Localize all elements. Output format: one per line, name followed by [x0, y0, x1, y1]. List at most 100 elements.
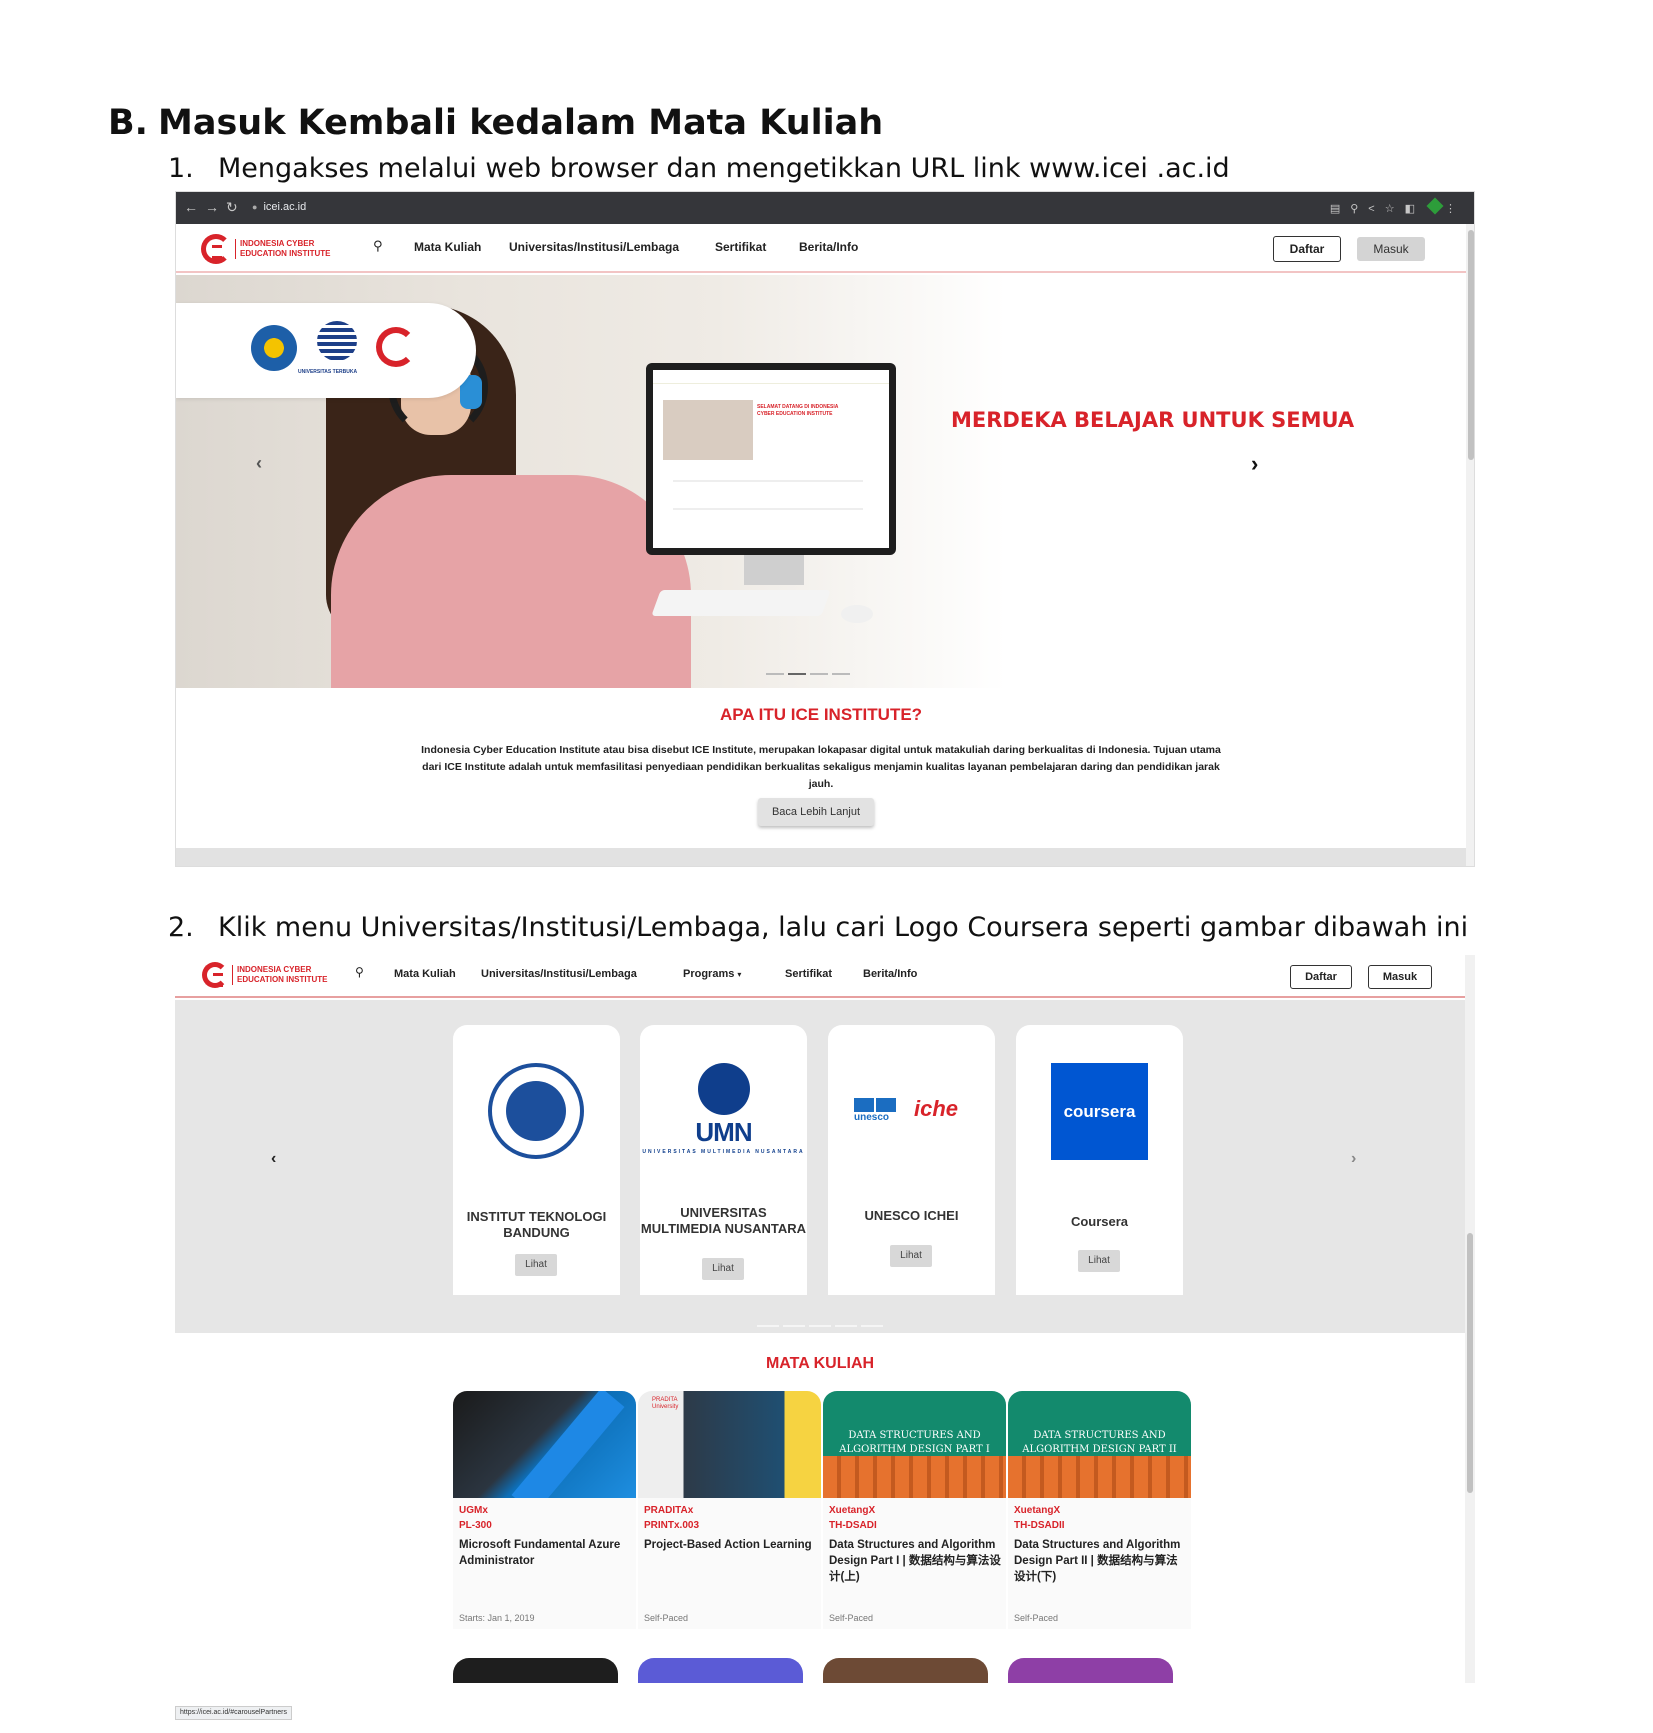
nav-berita[interactable]: Berita/Info [863, 968, 917, 980]
lihat-button[interactable]: Lihat [515, 1254, 557, 1276]
scrollbar[interactable] [1465, 955, 1475, 1683]
carousel-dot[interactable] [809, 1325, 831, 1327]
coursera-logo: coursera [1051, 1063, 1148, 1160]
translate-icon[interactable]: ▤ [1330, 203, 1350, 215]
lihat-button[interactable]: Lihat [1078, 1250, 1120, 1272]
course-org: XuetangX [1014, 1505, 1061, 1516]
section-heading: B. Masuk Kembali kedalam Mata Kuliah [108, 103, 883, 143]
chevron-left-icon[interactable]: ‹ [271, 1150, 276, 1168]
screenshot-partners: INDONESIA CYBER EDUCATION INSTITUTE ⚲ Ma… [175, 955, 1475, 1683]
scrollbar-thumb[interactable] [1467, 1233, 1473, 1493]
search-icon[interactable]: ⚲ [373, 238, 383, 254]
course-org: XuetangX [829, 1505, 876, 1516]
universitas-terbuka-caption: UNIVERSITAS TERBUKA [298, 369, 358, 375]
masuk-button[interactable]: Masuk [1357, 237, 1425, 261]
course-card[interactable]: DATA STRUCTURES AND ALGORITHM DESIGN PAR… [823, 1391, 1006, 1629]
about-title: APA ITU ICE INSTITUTE? [719, 705, 923, 724]
carousel-dot[interactable] [835, 1325, 857, 1327]
partner-card-unesco[interactable]: unesco iche UNESCO ICHEI Lihat [828, 1025, 995, 1295]
partner-card-umn[interactable]: UMN UNIVERSITAS MULTIMEDIA NUSANTARA UNI… [640, 1025, 807, 1295]
nav-mata-kuliah[interactable]: Mata Kuliah [414, 240, 481, 254]
nav-sertifikat[interactable]: Sertifikat [785, 968, 832, 980]
zoom-icon[interactable]: ⚲ [1350, 203, 1368, 215]
nav-programs[interactable]: Programs ▾ [683, 968, 741, 980]
course-title[interactable]: Data Structures and Algorithm Design Par… [1014, 1537, 1186, 1585]
scrollbar[interactable] [1466, 224, 1474, 866]
course-meta: Self-Paced [644, 1613, 689, 1623]
course-card-partial[interactable] [1008, 1658, 1173, 1683]
daftar-button[interactable]: Daftar [1273, 236, 1341, 262]
masuk-button[interactable]: Masuk [1368, 965, 1432, 989]
step-1: 1. Mengakses melalui web browser dan meng… [168, 153, 1230, 184]
star-icon[interactable]: ☆ [1385, 203, 1405, 215]
nav-universitas[interactable]: Universitas/Institusi/Lembaga [481, 968, 637, 980]
chevron-right-icon[interactable]: › [1251, 451, 1258, 477]
course-title[interactable]: Microsoft Fundamental Azure Administrato… [459, 1537, 631, 1569]
menu-icon[interactable]: ⋮ [1445, 203, 1466, 215]
course-org: UGMx [459, 1505, 488, 1516]
monitor-screen-nav [653, 370, 889, 384]
forward-icon[interactable]: → [205, 199, 226, 215]
carousel-dot[interactable] [783, 1325, 805, 1327]
course-card-partial[interactable] [823, 1658, 988, 1683]
carousel-dot[interactable] [757, 1325, 779, 1327]
extension-icon[interactable] [1426, 197, 1444, 215]
section-letter: B. [108, 103, 148, 143]
carousel-dot[interactable] [861, 1325, 883, 1327]
computer-monitor: SELAMAT DATANG DI INDONESIA CYBER EDUCAT… [646, 363, 896, 555]
chevron-right-icon[interactable]: › [1351, 1150, 1356, 1168]
carousel-indicators [766, 673, 850, 675]
site-logo[interactable]: INDONESIA CYBER EDUCATION INSTITUTE [202, 962, 328, 988]
course-image: PRADITA University [638, 1391, 821, 1498]
nav-sertifikat[interactable]: Sertifikat [715, 240, 766, 254]
sidepanel-icon[interactable]: ◧ [1405, 203, 1425, 215]
site-navbar: INDONESIA CYBER EDUCATION INSTITUTE ⚲ Ma… [176, 224, 1466, 273]
nav-mata-kuliah[interactable]: Mata Kuliah [394, 968, 456, 980]
share-icon[interactable]: < [1368, 203, 1384, 215]
partner-card-itb[interactable]: INSTITUT TEKNOLOGI BANDUNG Lihat [453, 1025, 620, 1295]
reload-icon[interactable]: ↻ [226, 199, 245, 215]
address-bar[interactable]: ● icei.ac.id [252, 201, 306, 213]
step-2: 2. Klik menu Universitas/Institusi/Lembag… [168, 912, 1468, 943]
step-1-number: 1. [168, 153, 194, 184]
course-image [453, 1391, 636, 1498]
back-icon[interactable]: ← [184, 199, 205, 215]
carousel-dot[interactable] [810, 673, 828, 675]
course-meta: Self-Paced [829, 1613, 874, 1623]
monitor-screen-title: SELAMAT DATANG DI INDONESIA CYBER EDUCAT… [757, 404, 839, 417]
partner-name: INSTITUT TEKNOLOGI BANDUNG [466, 1209, 607, 1240]
course-card[interactable]: DATA STRUCTURES AND ALGORITHM DESIGN PAR… [1008, 1391, 1191, 1629]
course-code: TH-DSADI [829, 1520, 877, 1531]
carousel-dot[interactable] [788, 673, 806, 675]
unesco-logo-text: unesco [854, 1112, 890, 1123]
logo-text: INDONESIA CYBER EDUCATION INSTITUTE [235, 239, 331, 259]
umn-logo [698, 1063, 750, 1115]
daftar-button[interactable]: Daftar [1290, 965, 1352, 989]
course-title[interactable]: Project-Based Action Learning [644, 1537, 816, 1553]
browser-status-url: https://icei.ac.id/#carouselPartners [175, 1706, 292, 1720]
course-card-partial[interactable] [453, 1658, 618, 1683]
scrollbar-thumb[interactable] [1468, 230, 1474, 460]
lihat-button[interactable]: Lihat [702, 1258, 744, 1280]
nav-berita[interactable]: Berita/Info [799, 240, 858, 254]
carousel-dot[interactable] [766, 673, 784, 675]
course-title[interactable]: Data Structures and Algorithm Design Par… [829, 1537, 1001, 1585]
course-card[interactable]: UGMx PL-300 Microsoft Fundamental Azure … [453, 1391, 636, 1629]
section-title: Masuk Kembali kedalam Mata Kuliah [158, 103, 884, 143]
nav-universitas[interactable]: Universitas/Institusi/Lembaga [509, 240, 679, 254]
hero-headline: MERDEKA BELAJAR UNTUK SEMUA [951, 408, 1355, 432]
chevron-left-icon[interactable]: ‹ [256, 453, 262, 474]
course-image-caption: DATA STRUCTURES AND ALGORITHM DESIGN PAR… [1022, 1430, 1177, 1455]
caret-down-icon: ▾ [737, 970, 742, 979]
lihat-button[interactable]: Lihat [890, 1245, 932, 1267]
umn-logo-subtext: UNIVERSITAS MULTIMEDIA NUSANTARA [642, 1149, 805, 1155]
partner-card-coursera[interactable]: coursera Coursera Lihat [1016, 1025, 1183, 1295]
page-footer-strip [176, 848, 1466, 866]
site-logo[interactable]: INDONESIA CYBER EDUCATION INSTITUTE [201, 234, 331, 264]
carousel-dot[interactable] [832, 673, 850, 675]
search-icon[interactable]: ⚲ [355, 965, 364, 979]
read-more-button[interactable]: Baca Lebih Lanjut [758, 798, 874, 826]
course-card[interactable]: PRADITA University PRADITAx PRINTx.003 P… [638, 1391, 821, 1629]
course-card-partial[interactable] [638, 1658, 803, 1683]
site-navbar: INDONESIA CYBER EDUCATION INSTITUTE ⚲ Ma… [175, 955, 1465, 998]
